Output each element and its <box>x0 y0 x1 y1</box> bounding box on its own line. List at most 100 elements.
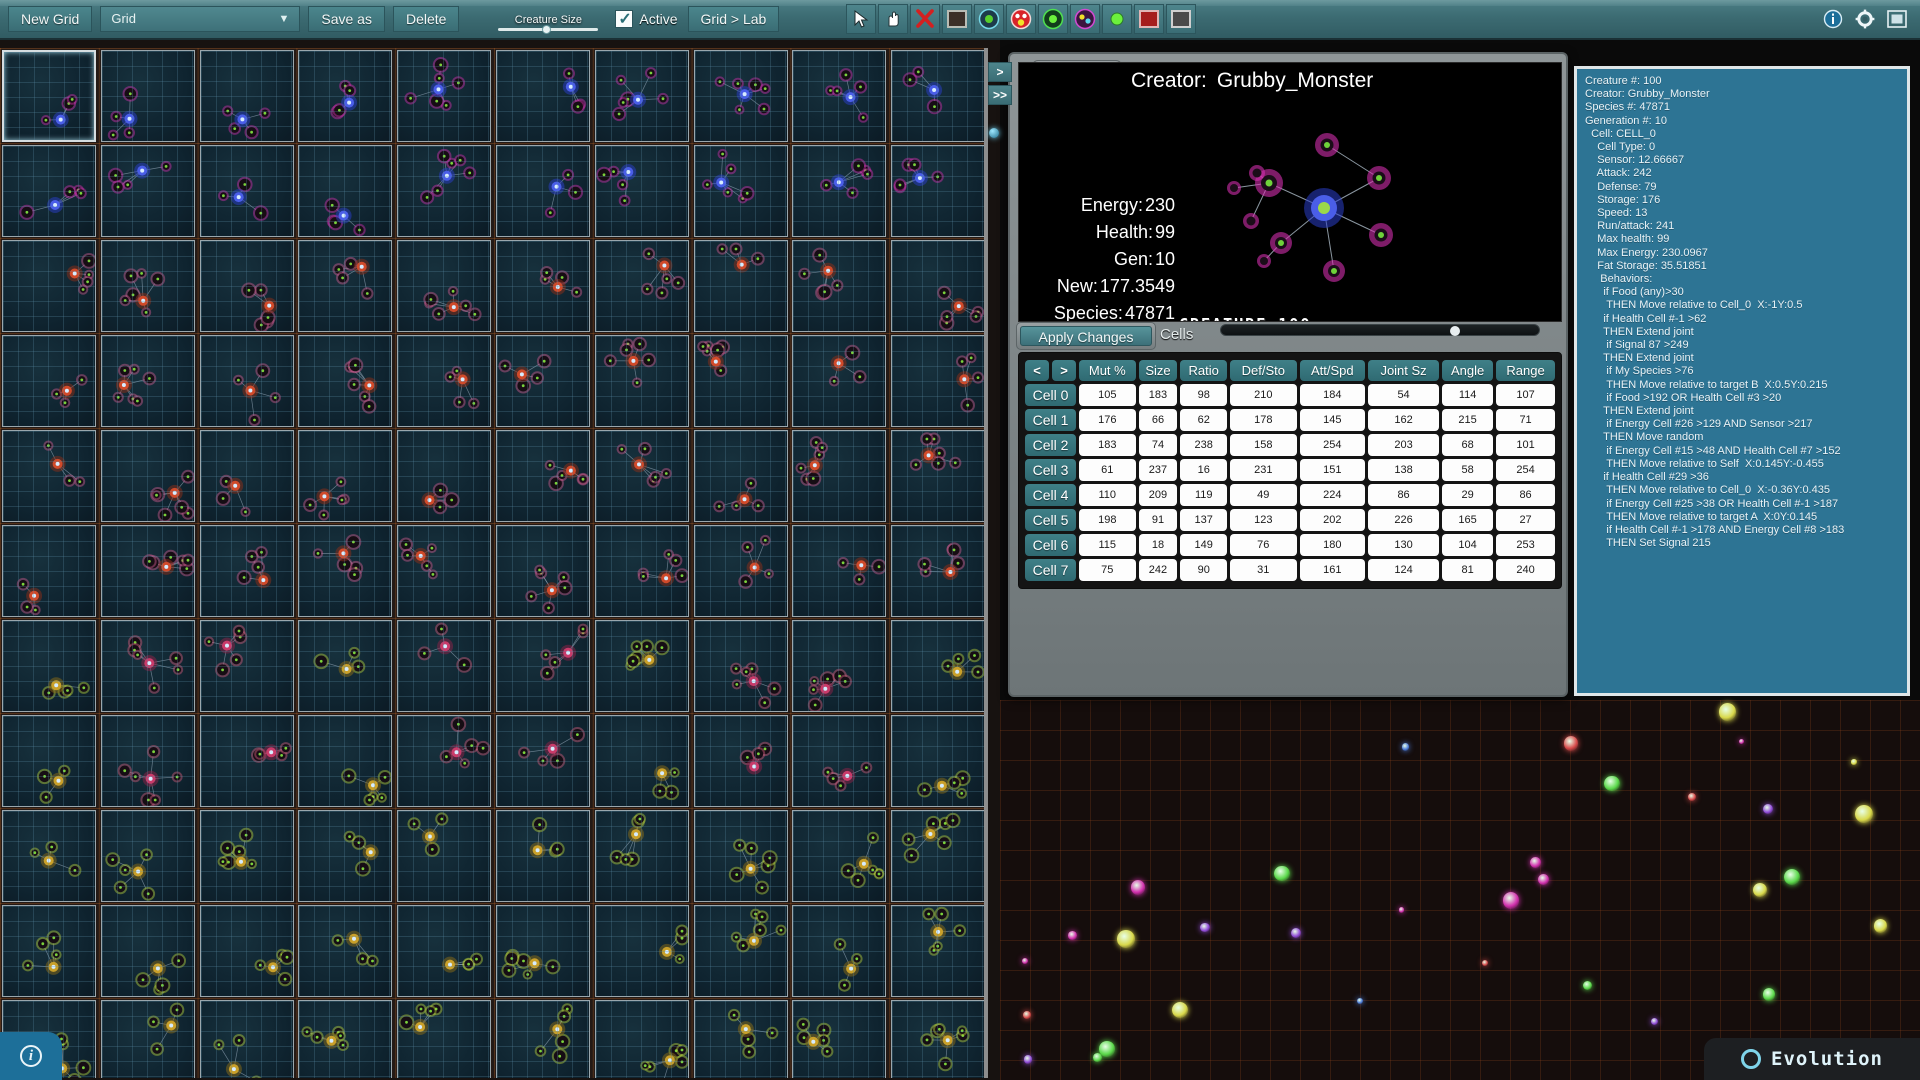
cell-value[interactable]: 183 <box>1138 384 1178 406</box>
red-block-icon[interactable] <box>1134 4 1164 34</box>
column-header-defsto[interactable]: Def/Sto <box>1230 360 1297 381</box>
cell-value[interactable]: 66 <box>1138 409 1178 431</box>
grid-creature-cell[interactable] <box>792 240 887 332</box>
grid-creature-cell[interactable] <box>298 715 393 807</box>
creature-scroll-knob[interactable] <box>1449 326 1460 336</box>
grid-creature-cell[interactable] <box>298 240 393 332</box>
world-creature[interactable] <box>1738 738 1744 744</box>
cell-value[interactable]: 86 <box>1368 484 1440 506</box>
cell-value[interactable]: 137 <box>1180 509 1228 531</box>
grid-creature-cell[interactable] <box>693 810 788 902</box>
creature-render[interactable] <box>1019 63 1562 322</box>
cell-value[interactable]: 62 <box>1180 409 1228 431</box>
grid-creature-cell[interactable] <box>693 715 788 807</box>
grid-creature-cell[interactable] <box>397 50 492 142</box>
cell-value[interactable]: 31 <box>1230 559 1297 581</box>
expand-all-button[interactable]: >> <box>988 85 1012 105</box>
cell-value[interactable]: 202 <box>1299 509 1366 531</box>
world-creature[interactable] <box>1650 1018 1659 1026</box>
cell-value[interactable]: 180 <box>1299 534 1366 556</box>
cell-value[interactable]: 71 <box>1496 409 1555 431</box>
world-creature[interactable] <box>1399 907 1405 913</box>
cell-value[interactable]: 224 <box>1299 484 1366 506</box>
creature-face-icon[interactable] <box>1006 4 1036 34</box>
grid-creature-cell[interactable] <box>397 1000 492 1078</box>
grid-creature-cell[interactable] <box>100 50 195 142</box>
grid-creature-cell[interactable] <box>496 430 590 522</box>
cell-value[interactable]: 105 <box>1079 384 1136 406</box>
small-green-dot-icon[interactable] <box>1102 4 1132 34</box>
cell-value[interactable]: 203 <box>1368 434 1440 456</box>
pointer-select-icon[interactable] <box>846 4 876 34</box>
cell-value[interactable]: 101 <box>1496 434 1555 456</box>
cell-value[interactable]: 29 <box>1442 484 1494 506</box>
cell-value[interactable]: 91 <box>1138 509 1178 531</box>
grid-creature-cell[interactable] <box>2 145 96 237</box>
cell-value[interactable]: 130 <box>1368 534 1440 556</box>
grid-creature-cell[interactable] <box>693 145 788 237</box>
creature-viewport[interactable]: Creator: Grubby_Monster Energy: 230 Health… <box>1018 62 1562 322</box>
world-creature[interactable] <box>1762 988 1776 1001</box>
grid-creature-cell[interactable] <box>891 525 984 617</box>
column-header-attspd[interactable]: Att/Spd <box>1299 360 1366 381</box>
grid-creature-cell[interactable] <box>2 620 96 712</box>
grid-creature-cell[interactable] <box>100 145 195 237</box>
creature-scroll-slider[interactable] <box>1220 324 1540 336</box>
grid-creature-cell[interactable] <box>693 620 788 712</box>
grid-creature-cell[interactable] <box>298 335 393 427</box>
grid-creature-cell[interactable] <box>397 715 492 807</box>
grid-creature-cell[interactable] <box>496 525 590 617</box>
multi-cell-icon[interactable] <box>1070 4 1100 34</box>
world-creature[interactable] <box>1784 868 1801 885</box>
settings-gear-icon[interactable] <box>1850 4 1880 34</box>
cell-value[interactable]: 68 <box>1442 434 1494 456</box>
cell-value[interactable]: 75 <box>1079 559 1136 581</box>
hand-grab-icon[interactable] <box>878 4 908 34</box>
grid-creature-cell[interactable] <box>100 620 195 712</box>
active-checkbox[interactable] <box>615 9 634 29</box>
grid-creature-cell[interactable] <box>199 50 294 142</box>
cell-value[interactable]: 165 <box>1442 509 1494 531</box>
grid-creature-cell[interactable] <box>199 335 294 427</box>
world-creature[interactable] <box>1763 803 1774 814</box>
cell-value[interactable]: 76 <box>1230 534 1297 556</box>
grid-creature-cell[interactable] <box>792 715 887 807</box>
grid-creature-cell[interactable] <box>891 620 984 712</box>
grid-creature-cell[interactable] <box>2 525 96 617</box>
cell-value[interactable]: 231 <box>1230 459 1297 481</box>
grid-creature-cell[interactable] <box>693 905 788 997</box>
cell-value[interactable]: 254 <box>1299 434 1366 456</box>
world-creature[interactable] <box>1851 759 1857 765</box>
evolution-badge[interactable]: Evolution <box>1704 1038 1920 1080</box>
green-cell-icon[interactable] <box>1038 4 1068 34</box>
panel-expand-arrows[interactable]: > >> <box>988 62 1014 138</box>
cell-value[interactable]: 114 <box>1442 384 1494 406</box>
delete-button[interactable]: Delete <box>392 6 460 32</box>
cell-value[interactable]: 209 <box>1138 484 1178 506</box>
world-creature[interactable] <box>1604 775 1620 791</box>
cell-value[interactable]: 98 <box>1180 384 1228 406</box>
grid-creature-cell[interactable] <box>891 335 984 427</box>
cell-value[interactable]: 145 <box>1299 409 1366 431</box>
grid-creature-cell[interactable] <box>891 715 984 807</box>
grid-creature-cell[interactable] <box>496 1000 590 1078</box>
cell-value[interactable]: 107 <box>1496 384 1555 406</box>
grid-creature-cell[interactable] <box>693 335 788 427</box>
grid-creature-cell[interactable] <box>100 715 195 807</box>
grid-creature-cell[interactable] <box>199 715 294 807</box>
grid-creature-cell[interactable] <box>496 715 590 807</box>
cell-value[interactable]: 90 <box>1180 559 1228 581</box>
expand-one-button[interactable]: > <box>988 62 1012 82</box>
grid-creature-cell[interactable] <box>891 905 984 997</box>
cell-row-label[interactable]: Cell 1 <box>1025 409 1076 431</box>
cell-row-label[interactable]: Cell 4 <box>1025 484 1076 506</box>
grid-creature-cell[interactable] <box>397 525 492 617</box>
world-creature[interactable] <box>1274 865 1290 882</box>
cell-value[interactable]: 151 <box>1299 459 1366 481</box>
world-creature[interactable] <box>1093 1053 1103 1062</box>
cell-value[interactable]: 226 <box>1368 509 1440 531</box>
grid-creature-cell[interactable] <box>496 50 590 142</box>
cell-seed-icon[interactable] <box>974 4 1004 34</box>
cell-value[interactable]: 18 <box>1138 534 1178 556</box>
world-view[interactable] <box>1000 700 1920 1080</box>
